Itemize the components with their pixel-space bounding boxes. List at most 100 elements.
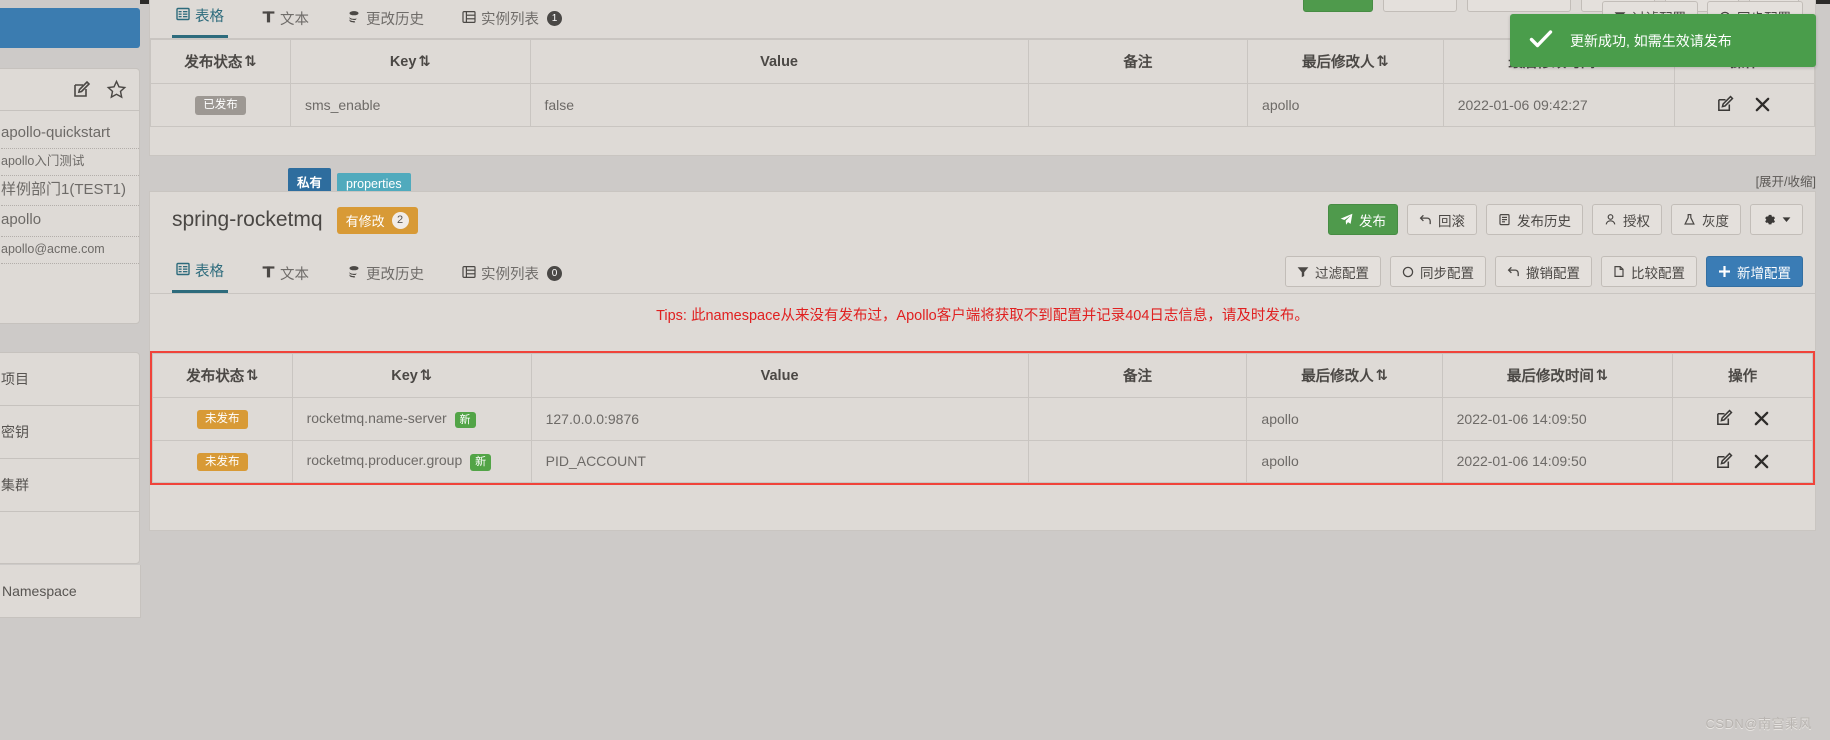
sidebar-item-project[interactable]: 项目 bbox=[0, 353, 139, 406]
table-row: 未发布 rocketmq.name-server 新 127.0.0.0:987… bbox=[152, 397, 1813, 441]
cell-operations bbox=[1672, 439, 1813, 484]
column-publish-status[interactable]: 发布状态 ⇅ bbox=[152, 353, 293, 398]
column-last-modified-by[interactable]: 最后修改人 ⇅ bbox=[1247, 39, 1444, 84]
cell-modified-by: apollo bbox=[1246, 439, 1443, 484]
sidebar-item-namespace[interactable]: Namespace bbox=[0, 565, 141, 618]
rollback-button[interactable]: 回滚 bbox=[1407, 204, 1477, 235]
filter-config-button[interactable]: 过滤配置 bbox=[1285, 256, 1381, 287]
profile-info-list: apollo-quickstart apollo入门测试 样例部门1(TEST1… bbox=[0, 111, 139, 264]
success-toast[interactable]: 更新成功, 如需生效请发布 bbox=[1510, 14, 1816, 67]
instances-icon bbox=[462, 265, 476, 283]
sync-config-button[interactable]: 同步配置 bbox=[1390, 256, 1486, 287]
column-last-modified-by[interactable]: 最后修改人 ⇅ bbox=[1246, 353, 1443, 398]
star-icon[interactable] bbox=[106, 79, 127, 100]
cell-value: PID_ACCOUNT bbox=[530, 439, 1029, 484]
revoke-config-button[interactable]: 撤销配置 bbox=[1495, 256, 1592, 287]
tab-change-history[interactable]: 更改历史 bbox=[343, 263, 428, 293]
text-icon bbox=[262, 265, 275, 283]
tab-label: 更改历史 bbox=[366, 12, 424, 28]
column-value: Value bbox=[529, 39, 1029, 84]
cell-modified-at: 2022-01-06 09:42:27 bbox=[1442, 83, 1675, 127]
profile-row-email: apollo@acme.com bbox=[1, 237, 139, 264]
delete-icon[interactable] bbox=[1753, 95, 1772, 114]
sidebar-item-secret-key[interactable]: 密钥 bbox=[0, 406, 139, 459]
flask-icon bbox=[1683, 213, 1696, 226]
namespace-tips-message: Tips: 此namespace从来没有发布过，Apollo客户端将获取不到配置… bbox=[656, 308, 1309, 324]
cell-publish-status: 未发布 bbox=[152, 439, 293, 484]
tab-table[interactable]: 表格 bbox=[172, 5, 228, 38]
modified-badge: 有修改 2 bbox=[336, 206, 418, 234]
chevron-down-icon bbox=[1782, 215, 1791, 224]
cell-operations bbox=[1672, 397, 1813, 441]
delete-icon[interactable] bbox=[1752, 409, 1771, 428]
button-label: 回滚 bbox=[1438, 213, 1465, 229]
instances-icon bbox=[462, 10, 476, 28]
namespace-tabs: 表格 文本 更改历史 实例列表 0 过滤配置 同步配置 撤销配置 比较配置 新增… bbox=[150, 248, 1815, 294]
cell-modified-by: apollo bbox=[1246, 397, 1443, 441]
authorize-button[interactable]: 授权 bbox=[1592, 204, 1662, 235]
add-config-button[interactable]: 新增配置 bbox=[1706, 256, 1803, 287]
cell-key: sms_enable bbox=[289, 83, 531, 127]
sort-icon: ⇅ bbox=[1595, 367, 1609, 384]
history-icon bbox=[347, 10, 361, 28]
column-key[interactable]: Key ⇅ bbox=[289, 39, 531, 84]
app-root: apollo-quickstart apollo入门测试 样例部门1(TEST1… bbox=[0, 0, 1830, 740]
cell-remark bbox=[1027, 83, 1249, 127]
edit-icon[interactable] bbox=[1716, 95, 1735, 114]
tab-instance-list[interactable]: 实例列表 1 bbox=[458, 8, 566, 38]
filter-icon bbox=[1297, 266, 1309, 278]
button-label: 发布历史 bbox=[1517, 213, 1571, 229]
namespace-settings-dropdown[interactable] bbox=[1750, 204, 1803, 235]
button-label: 同步配置 bbox=[1420, 265, 1474, 281]
tab-table[interactable]: 表格 bbox=[172, 260, 228, 293]
main-content: 表格 文本 更改历史 实例列表 1 发布状态 ⇅ Key ⇅ Value 备注 … bbox=[140, 0, 1830, 740]
namespace-card-spring-rocketmq: spring-rocketmq 有修改 2 发布 回滚 发布历史 授权 灰度 表… bbox=[149, 191, 1816, 531]
column-value: Value bbox=[530, 353, 1029, 398]
sidebar-highlight-block[interactable] bbox=[0, 8, 140, 48]
publish-button[interactable]: 发布 bbox=[1328, 204, 1398, 235]
namespace-action-buttons: 发布 回滚 发布历史 授权 灰度 bbox=[1328, 204, 1803, 235]
column-label: Key bbox=[391, 367, 418, 384]
cell-remark bbox=[1027, 439, 1248, 484]
profile-row-app-name: apollo-quickstart bbox=[1, 119, 139, 150]
expand-collapse-link[interactable]: [展开/收缩] bbox=[1756, 171, 1816, 190]
user-icon bbox=[1604, 213, 1617, 226]
column-publish-status[interactable]: 发布状态 ⇅ bbox=[150, 39, 291, 84]
button-label: 新增配置 bbox=[1737, 265, 1791, 281]
column-key[interactable]: Key ⇅ bbox=[291, 353, 532, 398]
table-header-row: 发布状态 ⇅ Key ⇅ Value 备注 bbox=[152, 353, 1813, 398]
publish-history-button[interactable]: 发布历史 bbox=[1486, 204, 1583, 235]
column-label: 发布状态 bbox=[186, 369, 245, 385]
button-label: 发布 bbox=[1359, 213, 1386, 229]
tab-text[interactable]: 文本 bbox=[258, 263, 313, 293]
tab-text[interactable]: 文本 bbox=[258, 8, 313, 38]
tab-change-history[interactable]: 更改历史 bbox=[343, 8, 428, 38]
cell-key: rocketmq.producer.group 新 bbox=[291, 439, 532, 484]
column-label: 备注 bbox=[1122, 369, 1152, 385]
sidebar-item-label: 集群 bbox=[1, 477, 29, 493]
column-last-modified-time[interactable]: 最后修改时间 ⇅ bbox=[1441, 353, 1674, 398]
edit-icon[interactable] bbox=[1715, 452, 1734, 471]
table-row: 已发布 sms_enable false apollo 2022-01-06 0… bbox=[150, 83, 1816, 127]
gear-icon bbox=[1762, 213, 1776, 227]
tab-badge: 1 bbox=[547, 11, 562, 26]
sidebar-item-cluster[interactable]: 集群 bbox=[0, 459, 139, 512]
gray-release-button[interactable]: 灰度 bbox=[1671, 204, 1741, 235]
compare-config-button[interactable]: 比较配置 bbox=[1601, 256, 1697, 287]
text-icon bbox=[262, 10, 275, 28]
delete-icon[interactable] bbox=[1752, 452, 1771, 471]
tab-label: 实例列表 bbox=[481, 267, 539, 283]
clipboard-icon bbox=[1498, 213, 1511, 226]
namespace-title: spring-rocketmq bbox=[172, 208, 323, 231]
edit-icon[interactable] bbox=[1715, 409, 1734, 428]
column-label: Key bbox=[389, 53, 417, 70]
edit-square-icon[interactable] bbox=[72, 80, 92, 100]
tab-instance-list[interactable]: 实例列表 0 bbox=[458, 263, 566, 293]
cell-publish-status: 已发布 bbox=[150, 83, 291, 127]
sort-icon: ⇅ bbox=[1375, 367, 1388, 384]
column-operations: 操作 bbox=[1672, 353, 1813, 398]
sidebar-item-label: 密钥 bbox=[1, 424, 29, 440]
column-label: 最后修改人 bbox=[1302, 55, 1375, 71]
button-label: 授权 bbox=[1623, 213, 1650, 229]
profile-row-app-desc: apollo入门测试 bbox=[1, 149, 139, 177]
